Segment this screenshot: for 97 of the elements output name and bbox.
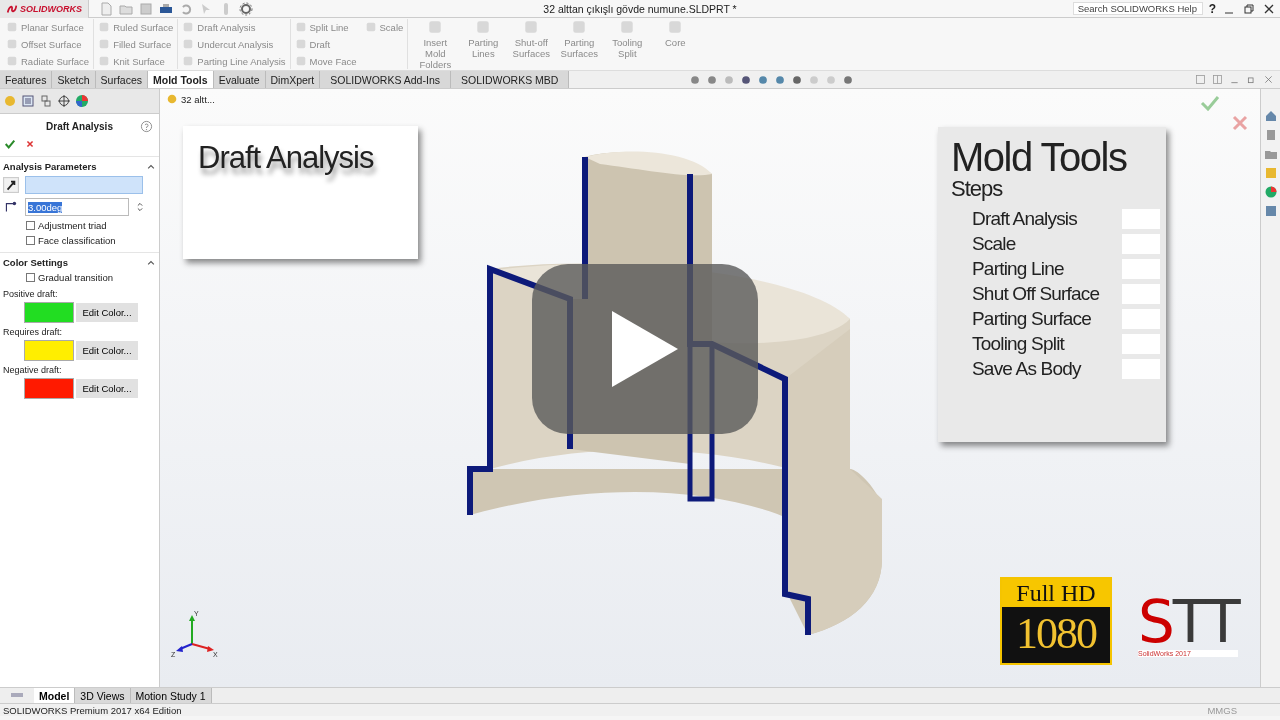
direction-field[interactable] (25, 176, 143, 194)
bottom-tab[interactable]: 3D Views (75, 688, 131, 703)
card-title: Mold Tools (951, 137, 1128, 177)
step-label: Parting Surface (972, 307, 1091, 330)
play-icon (610, 309, 680, 389)
section-header[interactable]: Analysis Parameters (3, 161, 97, 172)
restore-icon[interactable] (1246, 74, 1257, 85)
badge-number: 1080 (1015, 608, 1098, 660)
restore-icon[interactable] (1242, 1, 1256, 16)
tool-icon (182, 38, 195, 50)
direction-icon[interactable] (3, 177, 19, 193)
settings-icon[interactable] (239, 1, 253, 16)
part-icon[interactable] (166, 93, 178, 105)
panel-title: Draft Analysis (46, 120, 113, 132)
draft-angle-icon (3, 199, 19, 215)
crosshair-icon[interactable] (57, 94, 71, 108)
badge-text: Full HD (1002, 579, 1110, 607)
new-file-icon[interactable] (99, 1, 113, 16)
window-title: 32 alttan çıkışlı gövde numune.SLDPRT * (543, 2, 737, 15)
checkbox-label: Gradual transition (38, 272, 113, 283)
tool-icon (6, 38, 18, 50)
card-subtitle: Steps (951, 177, 1004, 201)
step-label: Save As Body (972, 357, 1081, 380)
step-label: Shut Off Surface (972, 282, 1100, 305)
tool-icon (6, 21, 18, 33)
step-label: Scale (972, 232, 1016, 255)
color-label: Positive draft: (2, 288, 59, 301)
command-tab[interactable]: SOLIDWORKS Add-Ins (320, 71, 451, 88)
breadcrumb[interactable]: 32 altt... (181, 93, 215, 105)
command-tab[interactable]: Surfaces (95, 71, 148, 88)
view-tool-icon[interactable] (706, 73, 719, 86)
configuration-icon[interactable] (39, 94, 53, 108)
tool-icon (364, 21, 377, 33)
command-tab[interactable]: Features (0, 71, 53, 88)
color-label: Requires draft: (2, 326, 64, 339)
bottom-tab[interactable]: Motion Study 1 (130, 688, 212, 703)
angle-field[interactable]: 3.00deg (25, 198, 129, 216)
tool-icon (294, 21, 307, 33)
section-header[interactable]: Color Settings (3, 257, 68, 268)
cancel-icon[interactable] (1232, 115, 1248, 131)
color-swatch[interactable] (24, 378, 74, 399)
appearance-icon[interactable] (1263, 185, 1278, 199)
confirm-icon[interactable] (1200, 95, 1220, 111)
view-tool-icon[interactable] (740, 73, 753, 86)
step-label: Tooling Split (972, 332, 1065, 355)
tool-icon (98, 38, 111, 50)
command-tab[interactable]: Sketch (52, 71, 96, 88)
overlay-title: Draft Analysis (198, 140, 375, 176)
search-field[interactable]: Search SOLIDWORKS Help (1072, 2, 1203, 15)
command-tab[interactable]: Mold Tools (148, 71, 214, 88)
status-text: SOLIDWORKS Premium 2017 x64 Edition (3, 704, 182, 716)
help-icon[interactable] (140, 119, 153, 133)
axis-triad-drawing (176, 615, 214, 652)
command-tab[interactable]: SOLIDWORKS MBD (450, 71, 570, 88)
command-tab[interactable]: DimXpert (265, 71, 321, 88)
tool-icon (98, 21, 111, 33)
view-tool-icon[interactable] (842, 73, 855, 86)
step-label: Parting Line (972, 257, 1064, 280)
appearance-icon[interactable] (75, 94, 89, 108)
logo-icon (6, 2, 18, 15)
checkbox[interactable] (26, 273, 35, 282)
tool-icon (182, 55, 195, 67)
view-tool-icon[interactable] (757, 73, 770, 86)
tool-icon (6, 55, 18, 67)
checkbox[interactable] (26, 236, 35, 245)
view-tool-icon[interactable] (689, 73, 702, 86)
help-menu[interactable]: ? (1208, 1, 1216, 16)
play-button[interactable] (532, 264, 758, 434)
checkbox-label: Adjustment triad (38, 220, 107, 231)
view-tool-icon[interactable] (774, 73, 787, 86)
tool-icon (294, 38, 307, 50)
command-tab[interactable]: Evaluate (213, 71, 266, 88)
view-tool-icon[interactable] (791, 73, 804, 86)
brand-logo: STT (1138, 594, 1239, 650)
tool-icon (98, 55, 111, 67)
checkbox-label: Face classification (38, 235, 116, 246)
ok-icon[interactable] (4, 138, 16, 150)
property-list-icon[interactable] (21, 94, 35, 108)
part-icon[interactable] (3, 94, 17, 108)
edit-color-button[interactable]: Edit Color... (76, 303, 138, 322)
tool-icon (294, 55, 307, 67)
step-label: Draft Analysis (972, 207, 1077, 230)
print-icon[interactable] (159, 1, 173, 16)
cancel-icon[interactable] (24, 138, 36, 150)
color-swatch[interactable] (24, 340, 74, 361)
app-logo: SOLIDWORKS (20, 3, 82, 14)
edit-color-button[interactable]: Edit Color... (76, 341, 138, 360)
home-icon[interactable] (1263, 109, 1278, 123)
color-swatch[interactable] (24, 302, 74, 323)
tile-icon[interactable] (1195, 74, 1206, 85)
units-menu[interactable]: MMGS (1207, 704, 1237, 716)
edit-color-button[interactable]: Edit Color... (76, 379, 138, 398)
bottom-tab[interactable]: Model (34, 688, 76, 703)
color-label: Negative draft: (2, 364, 63, 377)
tool-icon (182, 21, 195, 33)
checkbox[interactable] (26, 221, 35, 230)
tile-icon[interactable] (1212, 74, 1223, 85)
